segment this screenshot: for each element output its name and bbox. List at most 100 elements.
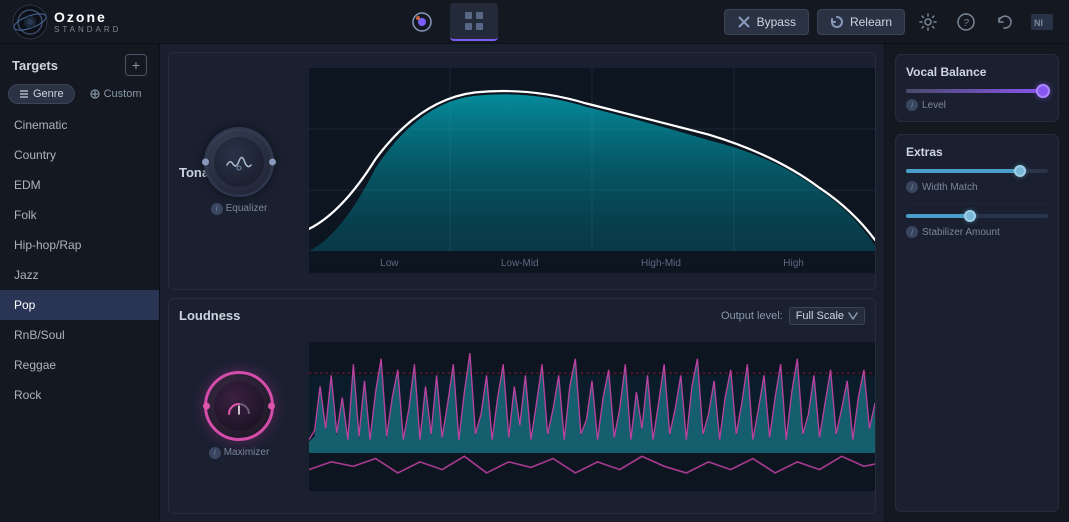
undo-button[interactable] <box>989 7 1019 37</box>
sidebar-item-folk[interactable]: Folk <box>0 200 159 230</box>
help-icon: ? <box>957 13 975 31</box>
width-match-thumb <box>1014 165 1026 177</box>
grid-icon <box>462 9 486 33</box>
equalizer-waveform-icon <box>225 151 253 173</box>
analyzer-icon <box>410 10 434 34</box>
knob-dot-right <box>269 158 276 165</box>
sidebar-list: Cinematic Country EDM Folk Hip-hop/Rap J… <box>0 110 159 522</box>
sidebar-item-hiphop[interactable]: Hip-hop/Rap <box>0 230 159 260</box>
sidebar-item-jazz[interactable]: Jazz <box>0 260 159 290</box>
loudness-chart <box>309 342 875 491</box>
output-level-row: Output level: Full Scale <box>721 307 865 325</box>
sidebar-item-rnbsoul[interactable]: RnB/Soul <box>0 320 159 350</box>
vocal-balance-section: Vocal Balance i Level <box>895 54 1059 122</box>
chart-label-highmid: High-Mid <box>641 258 681 269</box>
logo-area: Ozone STANDARD <box>12 4 172 40</box>
nav-right: Bypass Relearn ? <box>724 7 1057 37</box>
sidebar: Targets + Genre Custom <box>0 44 160 522</box>
sidebar-item-cinematic[interactable]: Cinematic <box>0 110 159 140</box>
loudness-header: Loudness Output level: Full Scale <box>179 307 865 325</box>
sidebar-tabs: Genre Custom <box>0 84 159 110</box>
stabilizer-slider[interactable] <box>906 214 1048 218</box>
help-button[interactable]: ? <box>951 7 981 37</box>
ozone-logo-icon <box>12 4 48 40</box>
vocal-slider-row <box>906 89 1048 93</box>
stabilizer-label-row: i Stabilizer Amount <box>906 226 1048 238</box>
width-match-slider-row <box>906 169 1048 173</box>
loudness-knob-area: i Maximizer <box>169 363 309 467</box>
equalizer-label: i Equalizer <box>211 203 268 215</box>
loudness-dot-right <box>268 402 275 409</box>
chart-label-lowmid: Low-Mid <box>501 258 539 269</box>
sidebar-item-country[interactable]: Country <box>0 140 159 170</box>
relearn-button[interactable]: Relearn <box>817 9 905 35</box>
right-panel: Vocal Balance i Level Extras <box>884 44 1069 522</box>
chart-label-high: High <box>783 258 804 269</box>
logo-text: Ozone STANDARD <box>54 9 121 34</box>
stabilizer-fill <box>906 214 970 218</box>
sidebar-item-rock[interactable]: Rock <box>0 380 159 410</box>
ni-button[interactable]: NI <box>1027 7 1057 37</box>
loudness-title: Loudness <box>179 308 240 323</box>
loudness-panel: Loudness Output level: Full Scale <box>168 298 876 514</box>
stabilizer-slider-row <box>906 214 1048 218</box>
tonal-balance-panel: Tonal Balance i Equalizer <box>168 52 876 290</box>
stabilizer-label: Stabilizer Amount <box>922 227 1000 238</box>
center-area: Tonal Balance i Equalizer <box>160 44 884 522</box>
nav-tab-analyzer[interactable] <box>398 3 446 41</box>
knob-dot-left <box>202 158 209 165</box>
settings-button[interactable] <box>913 7 943 37</box>
sidebar-item-reggae[interactable]: Reggae <box>0 350 159 380</box>
maximizer-knob[interactable] <box>204 371 274 441</box>
stabilizer-info-icon[interactable]: i <box>906 226 918 238</box>
custom-icon <box>90 89 100 99</box>
sidebar-tab-genre[interactable]: Genre <box>8 84 75 104</box>
output-level-dropdown[interactable]: Full Scale <box>789 307 865 325</box>
nav-center <box>172 3 724 41</box>
svg-text:NI: NI <box>1034 18 1043 28</box>
app-title: Ozone <box>54 9 121 25</box>
stabilizer-container: i Stabilizer Amount <box>906 214 1048 238</box>
loudness-dot-left <box>203 402 210 409</box>
genre-tab-label: Genre <box>33 88 64 100</box>
maximizer-info-icon[interactable]: i <box>209 447 221 459</box>
app-subtitle: STANDARD <box>54 25 121 34</box>
vocal-balance-title: Vocal Balance <box>906 65 1048 79</box>
width-match-label-row: i Width Match <box>906 181 1048 193</box>
sidebar-item-edm[interactable]: EDM <box>0 170 159 200</box>
chevron-down-icon <box>848 312 858 320</box>
chart-labels: Low Low-Mid High-Mid High <box>309 258 875 269</box>
add-target-button[interactable]: + <box>125 54 147 76</box>
maximizer-gauge-icon <box>225 394 253 418</box>
loudness-knob-inner <box>214 381 264 431</box>
vocal-level-slider[interactable] <box>906 89 1048 93</box>
main-content: Targets + Genre Custom <box>0 44 1069 522</box>
extras-title: Extras <box>906 145 1048 159</box>
gear-icon <box>919 13 937 31</box>
maximizer-label: i Maximizer <box>209 447 270 459</box>
chart-label-low: Low <box>380 258 398 269</box>
output-level-label: Output level: <box>721 310 783 322</box>
tonal-knob-area: i Equalizer <box>169 119 309 223</box>
extras-divider <box>906 203 1048 204</box>
nav-tab-grid[interactable] <box>450 3 498 41</box>
vocal-thumb <box>1036 84 1050 98</box>
sidebar-item-pop[interactable]: Pop <box>0 290 159 320</box>
stabilizer-thumb <box>964 210 976 222</box>
bypass-icon <box>737 15 751 29</box>
width-match-slider[interactable] <box>906 169 1048 173</box>
sidebar-tab-custom[interactable]: Custom <box>79 84 153 104</box>
width-match-info-icon[interactable]: i <box>906 181 918 193</box>
equalizer-info-icon[interactable]: i <box>211 203 223 215</box>
width-match-fill <box>906 169 1020 173</box>
bypass-button[interactable]: Bypass <box>724 9 809 35</box>
svg-text:?: ? <box>963 18 969 29</box>
targets-header: Targets + <box>0 44 159 84</box>
vocal-level-info-icon[interactable]: i <box>906 99 918 111</box>
relearn-icon <box>830 15 844 29</box>
width-match-container: i Width Match <box>906 169 1048 193</box>
undo-icon <box>995 13 1013 31</box>
equalizer-knob[interactable] <box>204 127 274 197</box>
list-icon <box>19 89 29 99</box>
vocal-level-label-row: i Level <box>906 99 1048 111</box>
